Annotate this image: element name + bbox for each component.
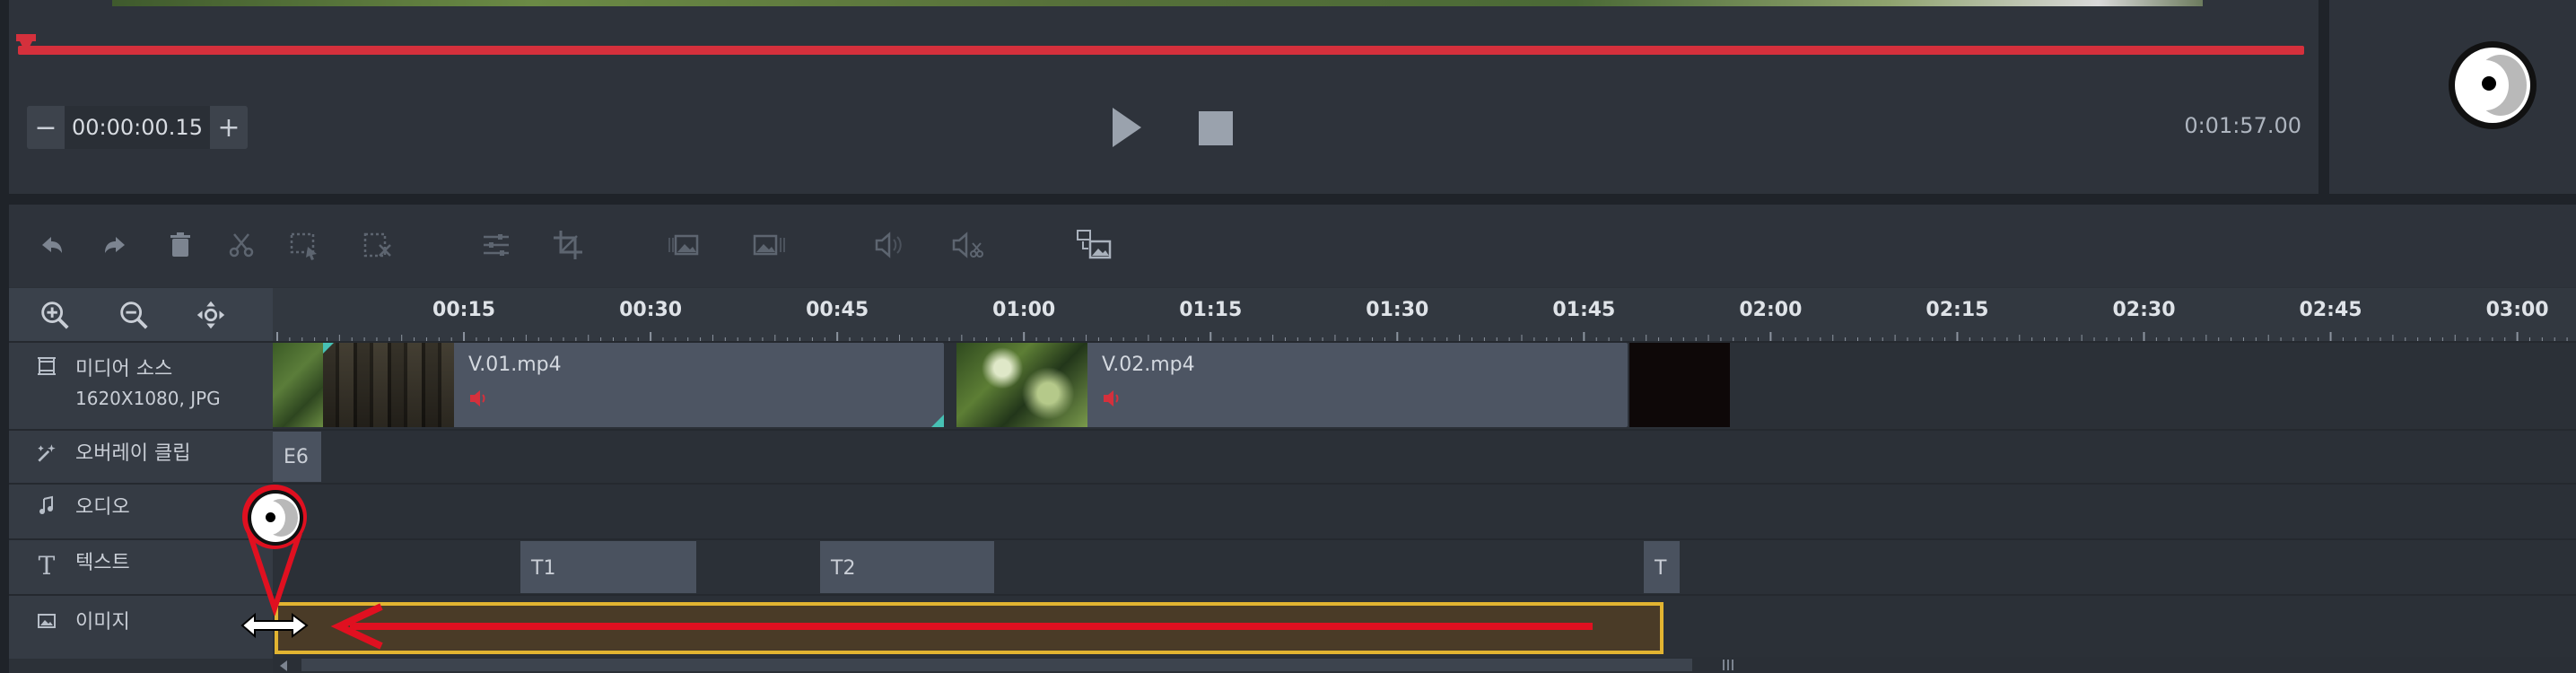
stop-button[interactable] bbox=[1199, 111, 1233, 145]
track-label-text: 텍스트 bbox=[75, 552, 130, 574]
scrubber-handle-tip[interactable] bbox=[16, 34, 36, 54]
ruler-ticks bbox=[276, 332, 2568, 341]
adjust-icon[interactable] bbox=[476, 224, 517, 266]
mute-icon[interactable] bbox=[946, 224, 987, 266]
track-label-overlay: 오버레이 클립 bbox=[75, 442, 191, 465]
track-header-image[interactable]: 이미지 bbox=[9, 594, 273, 659]
ruler-label: 03:00 bbox=[2485, 299, 2549, 321]
track-header-audio[interactable]: 오디오 bbox=[9, 483, 273, 540]
text-clip-t2[interactable]: T2 bbox=[820, 541, 994, 593]
track-label-image: 이미지 bbox=[75, 611, 130, 634]
track-lane-audio[interactable] bbox=[273, 483, 2576, 540]
media-clip-black[interactable] bbox=[1629, 343, 1730, 427]
timecode-stepper: − 00:00:00.15 + bbox=[27, 106, 248, 149]
play-button[interactable] bbox=[1113, 108, 1141, 147]
clip-end-marker bbox=[931, 415, 944, 427]
clip-thumbnail bbox=[323, 343, 454, 427]
clip-thumbnail bbox=[956, 343, 1087, 427]
track-header-overlay[interactable]: 오버레이 클립 bbox=[9, 429, 273, 485]
drag-direction-arrow-icon bbox=[330, 603, 1593, 650]
ruler-label: 02:15 bbox=[1925, 299, 1989, 321]
zoom-in-icon[interactable] bbox=[36, 296, 74, 334]
track-header-media[interactable]: 미디어 소스 1620X1080, JPG bbox=[9, 341, 273, 431]
cursor-indicator-icon bbox=[2449, 41, 2537, 129]
clip-thumbnail bbox=[273, 343, 323, 427]
speaker-icon[interactable] bbox=[1102, 389, 1123, 407]
preview-panel bbox=[9, 0, 2318, 194]
ruler-label: 02:00 bbox=[1739, 299, 1803, 321]
total-duration: 0:01:57.00 bbox=[2184, 113, 2301, 138]
track-label-audio: 오디오 bbox=[75, 496, 130, 519]
scrollbar-grip-icon[interactable] bbox=[1723, 660, 1735, 670]
clip-name: V.02.mp4 bbox=[1102, 354, 1195, 376]
image-icon bbox=[27, 610, 66, 637]
track-lane-overlay[interactable] bbox=[273, 429, 2576, 485]
timecode-increment-button[interactable]: + bbox=[210, 106, 248, 149]
media-clip-v01[interactable]: V.01.mp4 bbox=[273, 343, 944, 427]
volume-icon[interactable] bbox=[869, 224, 910, 266]
ruler-label: 02:45 bbox=[2299, 299, 2362, 321]
ruler-label: 00:30 bbox=[619, 299, 683, 321]
video-frame-preview bbox=[112, 0, 2203, 6]
text-clip-t[interactable]: T bbox=[1644, 541, 1680, 593]
speaker-icon[interactable] bbox=[468, 389, 490, 407]
ruler-label: 00:15 bbox=[432, 299, 496, 321]
select-region-icon[interactable] bbox=[284, 224, 325, 266]
fit-timeline-icon[interactable] bbox=[192, 296, 230, 334]
text-icon: T bbox=[38, 551, 56, 581]
timecode-decrement-button[interactable]: − bbox=[27, 106, 65, 149]
timecode-input[interactable]: 00:00:00.15 bbox=[65, 106, 210, 149]
undo-icon[interactable] bbox=[31, 224, 72, 266]
film-icon bbox=[27, 355, 66, 382]
cut-icon[interactable] bbox=[221, 224, 262, 266]
track-label-media: 미디어 소스 bbox=[75, 358, 173, 380]
music-note-icon bbox=[27, 495, 66, 522]
playback-scrubber[interactable] bbox=[18, 46, 2304, 55]
delete-icon[interactable] bbox=[160, 224, 201, 266]
ruler-label: 02:30 bbox=[2112, 299, 2176, 321]
ruler-label: 01:30 bbox=[1366, 299, 1429, 321]
overlay-clip[interactable]: E6 bbox=[273, 432, 321, 482]
track-sublabel-media: 1620X1080, JPG bbox=[75, 388, 221, 409]
clip-name: V.01.mp4 bbox=[468, 354, 562, 376]
clip-start-marker bbox=[323, 343, 334, 354]
sparkle-icon bbox=[27, 441, 66, 470]
crop-icon[interactable] bbox=[547, 224, 589, 266]
ruler-label: 01:45 bbox=[1552, 299, 1616, 321]
pointer-eye-icon bbox=[248, 490, 303, 546]
ruler-label: 00:45 bbox=[806, 299, 869, 321]
deselect-icon[interactable] bbox=[357, 224, 398, 266]
zoom-out-icon[interactable] bbox=[115, 296, 153, 334]
media-clip-v02[interactable]: V.02.mp4 bbox=[956, 343, 1628, 427]
ruler-label: 01:00 bbox=[992, 299, 1056, 321]
image-fit-icon[interactable] bbox=[664, 224, 705, 266]
ruler-label: 01:15 bbox=[1179, 299, 1243, 321]
replace-media-icon[interactable] bbox=[1073, 224, 1114, 266]
track-header-text[interactable]: T 텍스트 bbox=[9, 538, 273, 596]
image-fill-icon[interactable] bbox=[748, 224, 790, 266]
redo-icon[interactable] bbox=[95, 224, 136, 266]
text-clip-t1[interactable]: T1 bbox=[520, 541, 696, 593]
